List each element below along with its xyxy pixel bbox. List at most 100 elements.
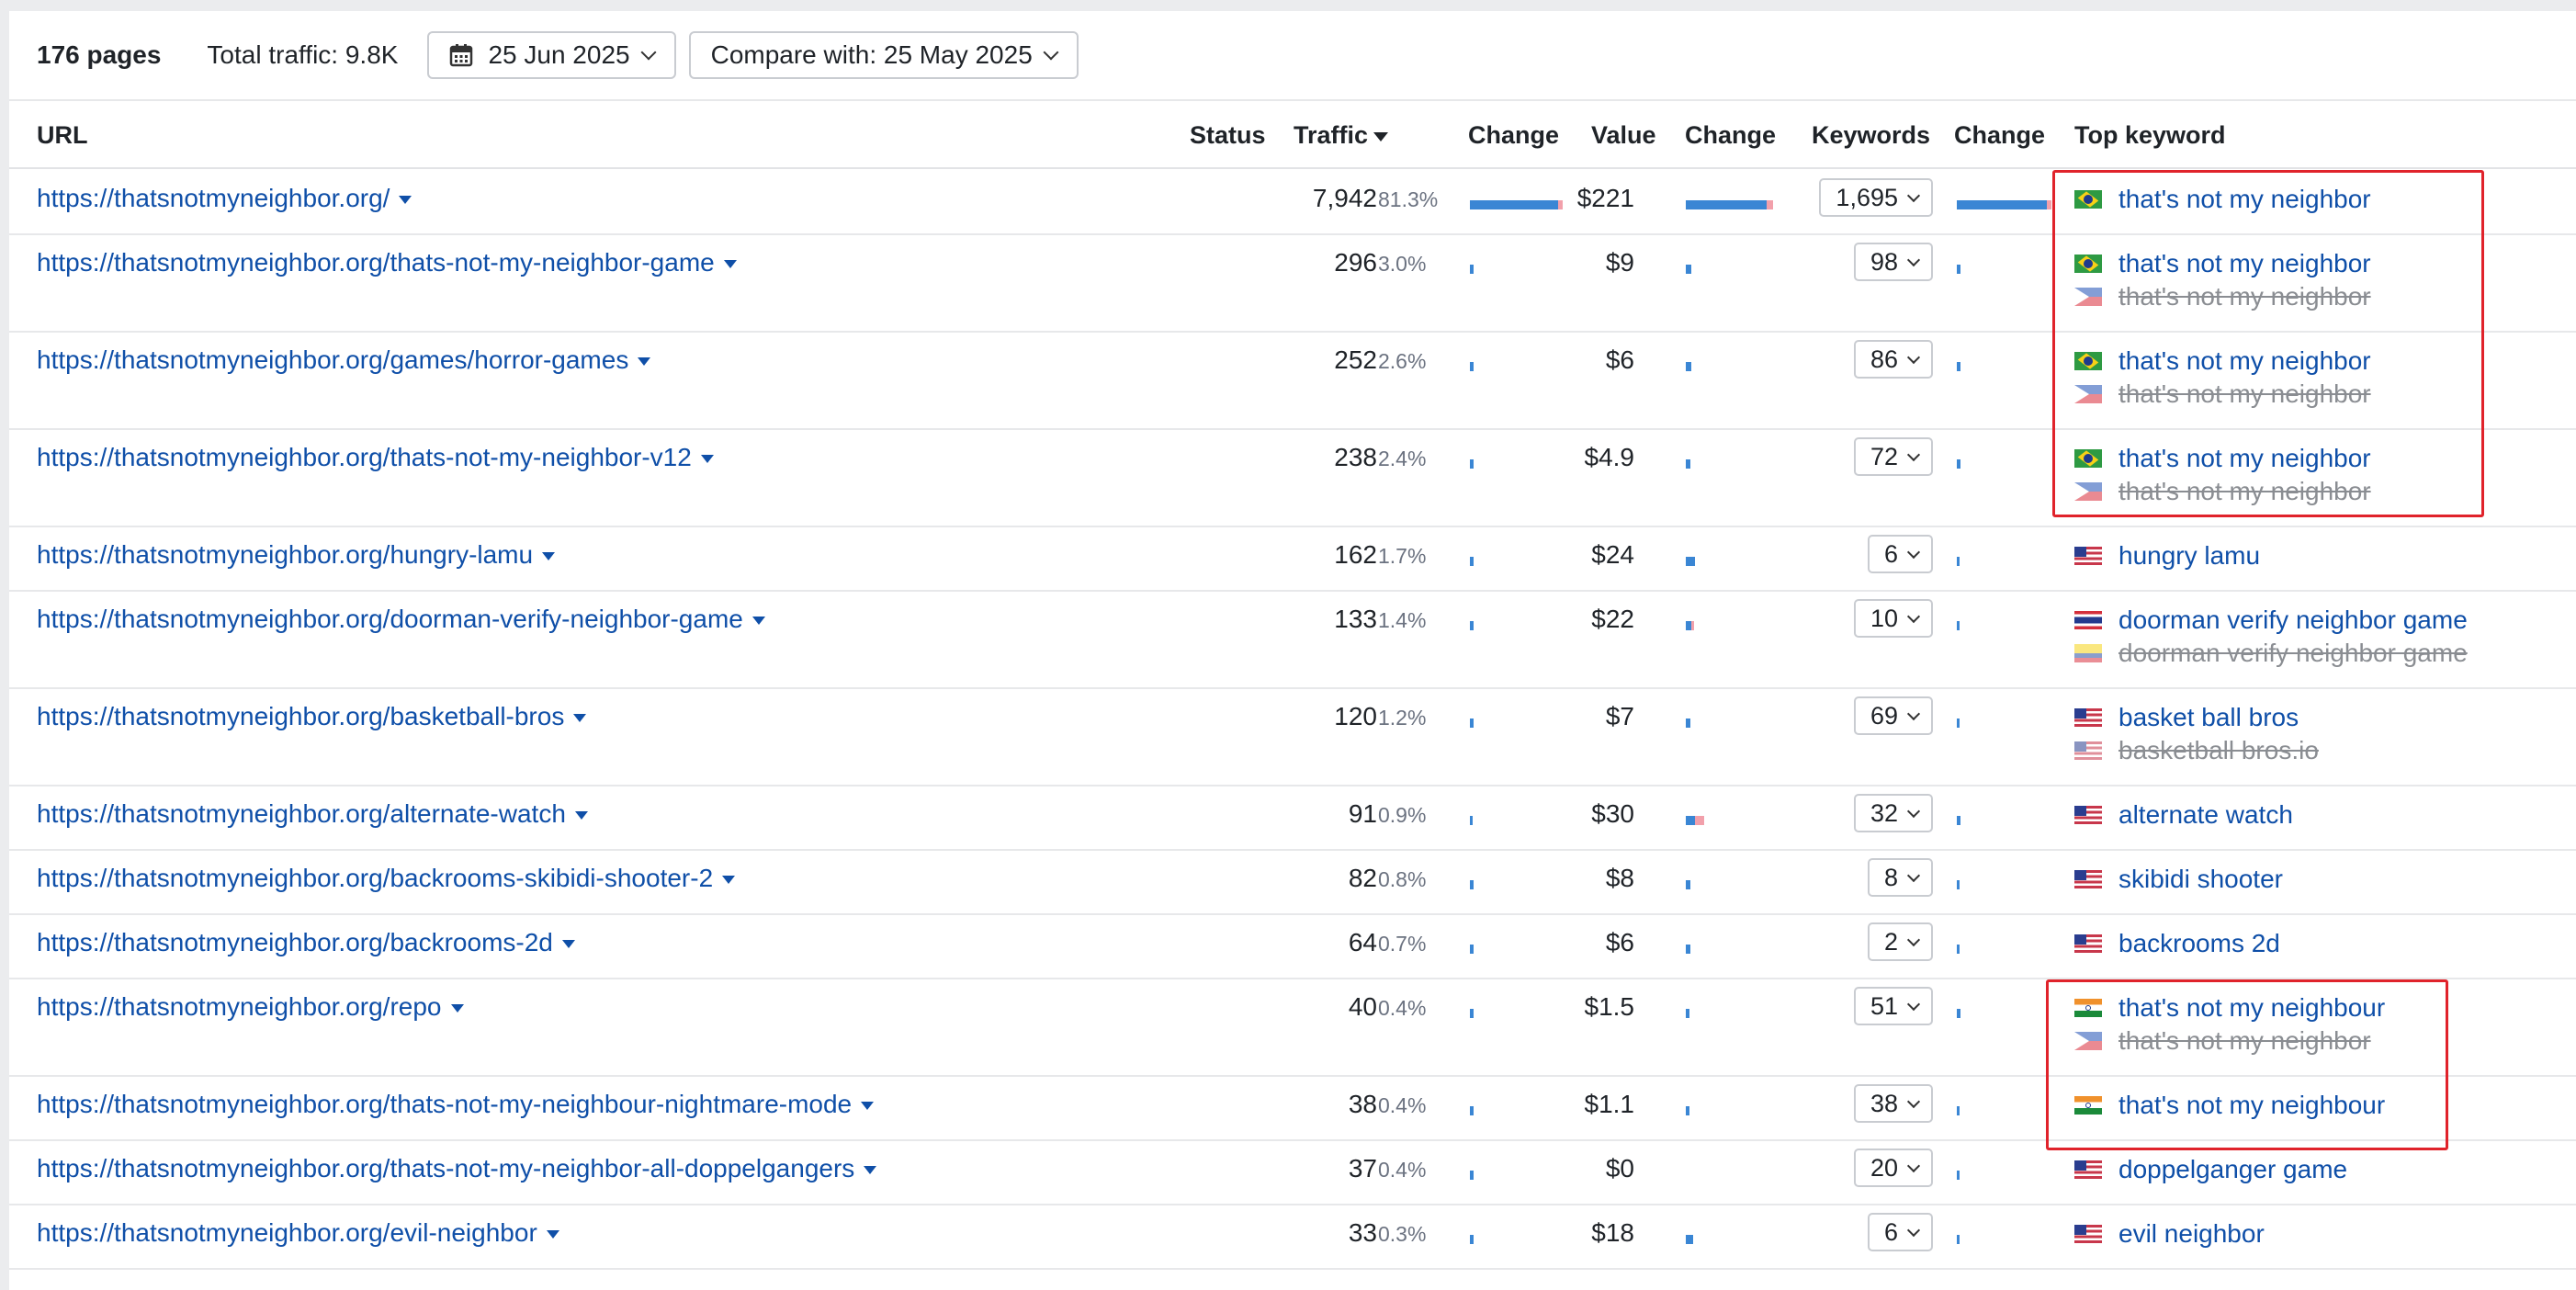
keywords-dropdown[interactable]: 2: [1867, 922, 1933, 961]
caret-down-icon[interactable]: [723, 260, 737, 269]
url-link[interactable]: https://thatsnotmyneighbor.org/thats-not…: [37, 248, 737, 277]
keywords-dropdown[interactable]: 1,695: [1819, 178, 1933, 217]
header-keywords[interactable]: Keywords: [1812, 121, 1930, 150]
keywords-count: 8: [1883, 863, 1898, 891]
url-link[interactable]: https://thatsnotmyneighbor.org/backrooms…: [37, 928, 575, 957]
header-status[interactable]: Status: [1190, 121, 1266, 150]
traffic-percent: 0.4%: [1378, 996, 1427, 1020]
table-row: https://thatsnotmyneighbor.org/backrooms…: [9, 913, 2576, 979]
top-pages-panel: 176 pages Total traffic: 9.8K 25 Jun 202…: [9, 11, 2576, 1290]
caret-down-icon[interactable]: [861, 1102, 875, 1111]
keywords-dropdown[interactable]: 72: [1853, 437, 1933, 476]
keywords-count: 98: [1870, 247, 1898, 276]
keywords-dropdown[interactable]: 8: [1867, 858, 1933, 897]
traffic-percent: 2.4%: [1378, 447, 1427, 470]
keywords-dropdown[interactable]: 6: [1867, 535, 1933, 573]
url-text: https://thatsnotmyneighbor.org/evil-neig…: [37, 1218, 537, 1247]
caret-down-icon[interactable]: [450, 1004, 464, 1013]
us-flag-icon: [2074, 1225, 2102, 1243]
caret-down-icon[interactable]: [722, 876, 736, 885]
caret-down-icon[interactable]: [751, 617, 765, 626]
header-traffic[interactable]: Traffic: [1294, 121, 1389, 150]
url-link[interactable]: https://thatsnotmyneighbor.org/thats-not…: [37, 1090, 875, 1119]
caret-down-icon[interactable]: [542, 552, 556, 561]
header-value[interactable]: Value: [1591, 121, 1656, 150]
caret-down-icon[interactable]: [638, 357, 651, 367]
caret-down-icon[interactable]: [574, 811, 588, 820]
date-picker-button[interactable]: 25 Jun 2025: [427, 31, 676, 79]
top-keyword-item[interactable]: doorman verify neighbor game: [2074, 605, 2468, 636]
top-keyword-item[interactable]: skibidi shooter: [2074, 864, 2283, 895]
url-link[interactable]: https://thatsnotmyneighbor.org/thats-not…: [37, 1154, 877, 1183]
url-link[interactable]: https://thatsnotmyneighbor.org/evil-neig…: [37, 1218, 559, 1248]
header-url[interactable]: URL: [37, 121, 88, 150]
header-top-keyword[interactable]: Top keyword: [2074, 121, 2226, 150]
keywords-count: 51: [1870, 991, 1898, 1020]
value-change-bar: [1686, 945, 1690, 954]
top-keyword-item[interactable]: hungry lamu: [2074, 540, 2260, 571]
top-keyword-item[interactable]: backrooms 2d: [2074, 928, 2280, 959]
traffic-percent: 1.7%: [1378, 544, 1427, 568]
keywords-dropdown[interactable]: 69: [1853, 696, 1933, 735]
top-keyword-text: alternate watch: [2118, 800, 2293, 829]
keywords-count: 72: [1870, 442, 1898, 470]
pages-count: 176 pages: [37, 40, 162, 69]
chevron-down-icon: [1906, 707, 1921, 720]
keywords-dropdown[interactable]: 86: [1853, 340, 1933, 379]
keywords-count: 38: [1870, 1089, 1898, 1117]
top-keyword-item[interactable]: basket ball bros: [2074, 702, 2319, 733]
value-change-bar: [1686, 1235, 1693, 1244]
traffic-change-bar: [1470, 1171, 1474, 1180]
url-link[interactable]: https://thatsnotmyneighbor.org/hungry-la…: [37, 540, 556, 570]
toolbar: 176 pages Total traffic: 9.8K 25 Jun 202…: [9, 11, 2576, 101]
url-link[interactable]: https://thatsnotmyneighbor.org/alternate…: [37, 799, 588, 829]
top-keyword-item[interactable]: doorman verify neighbor game: [2074, 638, 2468, 669]
chevron-down-icon: [1906, 350, 1921, 364]
caret-down-icon[interactable]: [573, 714, 587, 723]
top-keyword-item[interactable]: doppelganger game: [2074, 1154, 2347, 1185]
calendar-icon: [450, 44, 473, 67]
keywords-change-bar: [1957, 557, 1960, 566]
caret-down-icon[interactable]: [546, 1230, 559, 1239]
keywords-count: 10: [1870, 604, 1898, 632]
url-link[interactable]: https://thatsnotmyneighbor.org/backrooms…: [37, 864, 736, 893]
traffic-value-usd: $4.9: [1584, 443, 1635, 471]
url-link[interactable]: https://thatsnotmyneighbor.org/doorman-v…: [37, 605, 765, 634]
url-link[interactable]: https://thatsnotmyneighbor.org/games/hor…: [37, 345, 651, 375]
caret-down-icon[interactable]: [561, 940, 575, 949]
chevron-down-icon: [1906, 933, 1921, 946]
url-link[interactable]: https://thatsnotmyneighbor.org/thats-not…: [37, 443, 714, 472]
top-keyword-text: basket ball bros: [2118, 703, 2299, 731]
keywords-dropdown[interactable]: 98: [1853, 243, 1933, 281]
header-traffic-label: Traffic: [1294, 121, 1369, 149]
top-keyword-cell: basket ball bros basketball bros.io: [2074, 702, 2319, 768]
keywords-dropdown[interactable]: 10: [1853, 599, 1933, 638]
caret-down-icon[interactable]: [399, 196, 412, 205]
top-keyword-item[interactable]: evil neighbor: [2074, 1218, 2265, 1250]
url-link[interactable]: https://thatsnotmyneighbor.org/repo: [37, 992, 464, 1022]
top-keyword-item[interactable]: alternate watch: [2074, 799, 2293, 831]
caret-down-icon[interactable]: [700, 455, 714, 464]
traffic-value-usd: $8: [1605, 864, 1634, 892]
keywords-dropdown[interactable]: 20: [1853, 1149, 1933, 1187]
keywords-dropdown[interactable]: 38: [1853, 1084, 1933, 1123]
header-value-change[interactable]: Change: [1685, 121, 1776, 150]
traffic-value-usd: $6: [1605, 345, 1634, 374]
chevron-down-icon: [1906, 804, 1921, 818]
keywords-change-bar: [1957, 1106, 1960, 1115]
top-keyword-item[interactable]: basketball bros.io: [2074, 735, 2319, 766]
value-change-bar: [1686, 362, 1691, 371]
traffic-value: 82: [1348, 864, 1377, 892]
header-traffic-change[interactable]: Change: [1468, 121, 1559, 150]
header-keywords-change[interactable]: Change: [1954, 121, 2045, 150]
caret-down-icon[interactable]: [864, 1166, 877, 1175]
url-link[interactable]: https://thatsnotmyneighbor.org/basketbal…: [37, 702, 587, 731]
url-link[interactable]: https://thatsnotmyneighbor.org/: [37, 184, 412, 213]
keywords-dropdown[interactable]: 32: [1853, 794, 1933, 832]
compare-button[interactable]: Compare with: 25 May 2025: [688, 31, 1079, 79]
keywords-dropdown[interactable]: 51: [1853, 987, 1933, 1025]
traffic-change-bar: [1470, 1009, 1474, 1018]
keywords-dropdown[interactable]: 6: [1867, 1213, 1933, 1251]
traffic-value-usd: $0: [1605, 1154, 1634, 1182]
url-text: https://thatsnotmyneighbor.org/doorman-v…: [37, 605, 743, 633]
